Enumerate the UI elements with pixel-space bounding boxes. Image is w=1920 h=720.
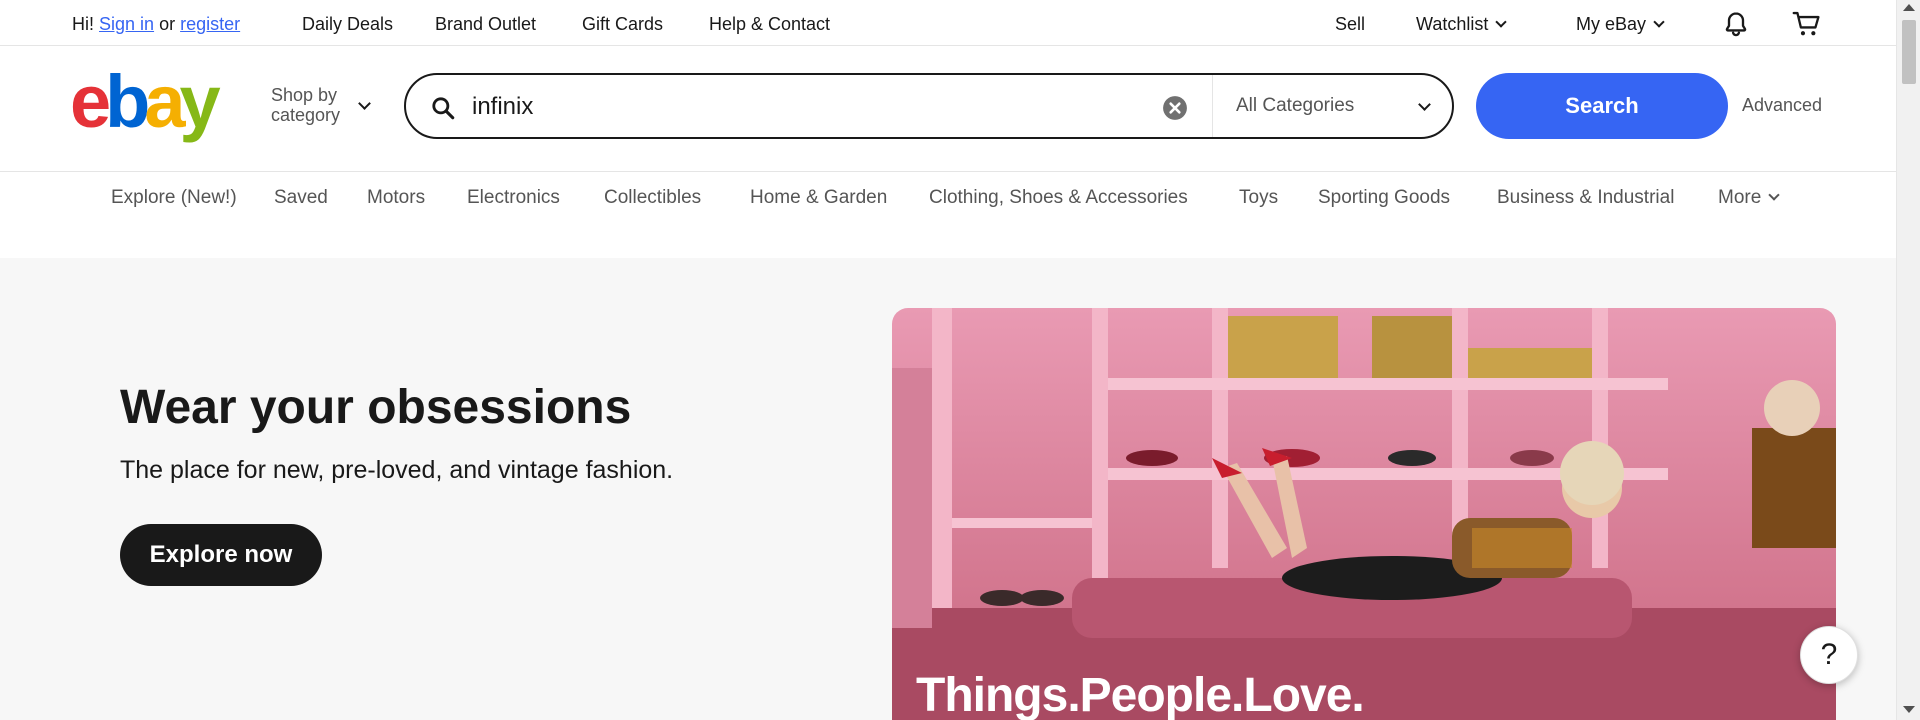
nav-business-industrial[interactable]: Business & Industrial [1497,187,1674,209]
search-button[interactable]: Search [1476,73,1728,139]
nav-motors[interactable]: Motors [367,187,425,209]
category-select[interactable]: All Categories [1236,95,1354,117]
search-input[interactable] [472,91,1152,123]
or-text: or [159,14,176,34]
scroll-thumb[interactable] [1902,20,1916,84]
sign-in-link[interactable]: Sign in [99,14,154,34]
hero-subtitle: The place for new, pre-loved, and vintag… [120,456,674,484]
vertical-scrollbar[interactable] [1896,0,1920,720]
search-bar: All Categories [404,73,1454,139]
help-contact-link[interactable]: Help & Contact [709,14,830,35]
shop-by-category-button[interactable]: Shop by category [271,85,340,125]
nav-electronics[interactable]: Electronics [467,187,560,209]
watchlist-menu[interactable]: Watchlist [1416,14,1508,35]
scroll-up-icon[interactable] [1903,4,1915,11]
chevron-down-icon [358,97,371,110]
top-utility-bar: Hi! Sign in or register Daily Deals Bran… [0,0,1896,46]
chevron-down-icon [1418,98,1431,111]
nav-clothing[interactable]: Clothing, Shoes & Accessories [929,187,1188,209]
nav-home-garden[interactable]: Home & Garden [750,187,887,209]
nav-explore[interactable]: Explore (New!) [111,187,237,209]
help-icon[interactable]: ? [1800,626,1858,684]
fashion-photo [892,308,1836,720]
main-header: ebay Shop by category All Categories Sea… [0,47,1896,172]
bell-icon[interactable] [1722,10,1750,38]
explore-now-button[interactable]: Explore now [120,524,322,586]
search-divider [1212,75,1213,137]
scroll-down-icon[interactable] [1903,706,1915,713]
nav-sporting-goods[interactable]: Sporting Goods [1318,187,1450,209]
chevron-down-icon [1653,16,1665,28]
cart-icon[interactable] [1792,10,1822,38]
nav-collectibles[interactable]: Collectibles [604,187,701,209]
chevron-down-icon [1495,16,1508,28]
hero-tagline: Things.People.Love. [916,669,1365,720]
hero-image[interactable]: Things.People.Love. [892,308,1836,720]
daily-deals-link[interactable]: Daily Deals [302,14,393,35]
nav-more-label: More [1718,187,1762,208]
watchlist-label: Watchlist [1416,14,1489,34]
nav-saved[interactable]: Saved [274,187,328,209]
advanced-search-link[interactable]: Advanced [1742,95,1822,116]
register-link[interactable]: register [180,14,240,34]
category-label: category [271,105,341,125]
search-icon [432,97,455,120]
gift-cards-link[interactable]: Gift Cards [582,14,663,35]
chevron-down-icon [1768,189,1780,201]
ebay-logo[interactable]: ebay [70,67,250,147]
brand-outlet-link[interactable]: Brand Outlet [435,14,536,35]
greeting-text: Hi! [72,14,94,34]
clear-icon[interactable] [1162,95,1188,121]
shop-by-label: Shop by [271,85,338,105]
my-ebay-menu[interactable]: My eBay [1576,14,1665,35]
hero-banner: Wear your obsessions The place for new, … [0,258,1896,720]
nav-toys[interactable]: Toys [1239,187,1278,209]
hero-title: Wear your obsessions [120,381,632,434]
category-nav: Explore (New!) Saved Motors Electronics … [0,173,1896,258]
svg-text:ebay: ebay [70,67,221,143]
sell-link[interactable]: Sell [1335,14,1365,35]
nav-more[interactable]: More [1718,187,1780,209]
my-ebay-label: My eBay [1576,14,1647,34]
greeting: Hi! Sign in or register [72,14,240,35]
